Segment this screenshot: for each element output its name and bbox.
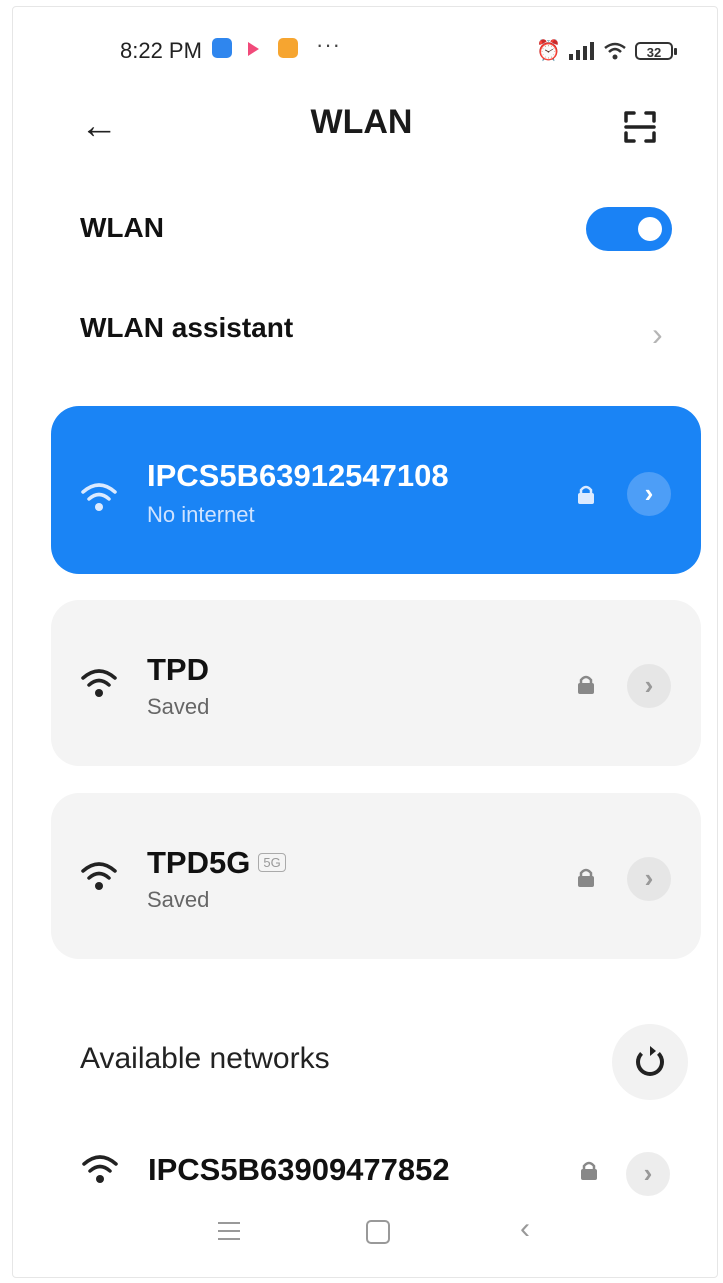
wlan-toggle-switch[interactable] [586, 207, 672, 251]
saved-network-card[interactable]: TPD5G 5G Saved › [51, 793, 701, 959]
status-time: 8:22 PM [120, 38, 202, 63]
alarm-icon: ⏰ [536, 40, 561, 62]
network-status: No internet [147, 502, 255, 527]
scan-qr-icon[interactable] [612, 99, 668, 155]
band-5g-badge: 5G [258, 853, 286, 872]
available-networks-heading: Available networks [80, 1042, 330, 1075]
wifi-icon [81, 862, 117, 890]
notification-chat-icon [278, 38, 298, 58]
lock-icon [578, 485, 594, 504]
status-bar: 8:22 PM ··· ⏰ 32 [0, 30, 723, 70]
nav-back-icon[interactable]: ‹ [520, 1212, 530, 1246]
saved-network-card[interactable]: TPD Saved › [51, 600, 701, 766]
wifi-icon [81, 669, 117, 697]
wlan-toggle-label: WLAN [80, 212, 164, 243]
network-details-button[interactable]: › [627, 472, 671, 516]
refresh-arrow-icon [650, 1046, 656, 1056]
toggle-knob [638, 217, 662, 241]
network-ssid-text: TPD5G [147, 845, 251, 880]
wifi-icon [82, 1155, 118, 1183]
lock-icon [578, 868, 594, 887]
home-icon[interactable] [366, 1220, 390, 1244]
system-nav-bar: ‹ [0, 1210, 723, 1270]
lock-icon [578, 675, 594, 694]
top-app-bar: ← WLAN [0, 95, 723, 155]
network-status: Saved [147, 887, 210, 912]
notification-play-icon [248, 42, 259, 56]
refresh-button[interactable] [612, 1024, 688, 1100]
network-ssid: TPD [147, 652, 209, 687]
network-ssid: IPCS5B63909477852 [148, 1152, 450, 1187]
more-notifications-icon: ··· [316, 32, 341, 57]
network-details-button[interactable]: › [627, 857, 671, 901]
network-status: Saved [147, 694, 210, 719]
notification-app-icon [212, 38, 232, 58]
battery-icon: 32 [635, 41, 677, 60]
network-details-button[interactable]: › [626, 1152, 670, 1196]
chevron-right-icon[interactable]: › [652, 316, 663, 353]
network-ssid: IPCS5B63912547108 [147, 458, 449, 493]
wlan-assistant-item[interactable]: WLAN assistant [80, 312, 293, 344]
wifi-icon [81, 483, 117, 511]
network-ssid: TPD5G 5G [147, 845, 286, 881]
signal-icon [569, 41, 594, 60]
connected-network-card[interactable]: IPCS5B63912547108 No internet › [51, 406, 701, 574]
network-details-button[interactable]: › [627, 664, 671, 708]
status-icons: ⏰ 32 [536, 38, 677, 63]
recent-apps-icon[interactable] [218, 1222, 240, 1240]
lock-icon [581, 1161, 597, 1180]
wifi-status-icon [604, 42, 626, 59]
